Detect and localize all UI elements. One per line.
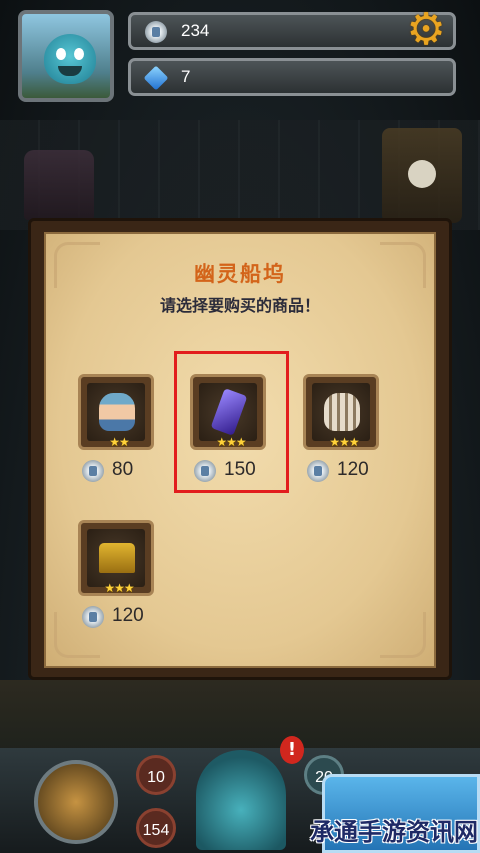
avatar-face — [44, 34, 96, 84]
silver-count: 234 — [181, 21, 210, 40]
price-value: 120 — [112, 605, 144, 626]
gem-currency-bar: 7 — [128, 58, 456, 96]
alert-badge: ! — [280, 736, 304, 764]
silver-coin-icon — [82, 460, 104, 482]
player-avatar[interactable] — [18, 10, 114, 102]
price-value: 120 — [337, 459, 369, 480]
gold-chest-icon — [99, 543, 135, 573]
item-stars: ★★★ — [329, 435, 359, 449]
price-value: 80 — [112, 459, 134, 480]
skull-icon — [408, 160, 436, 188]
item-price: 120 — [82, 604, 192, 630]
bone-pile-icon — [324, 393, 360, 431]
gem-count: 7 — [181, 67, 191, 86]
shop-item-sailor[interactable]: ★★ 80 — [78, 374, 158, 482]
selection-highlight — [174, 351, 289, 493]
shop-item-bones[interactable]: ★★★ 120 — [303, 374, 383, 482]
item-frame: ★★★ — [78, 520, 154, 596]
shop-title: 幽灵船坞 — [194, 262, 286, 286]
sailor-hero-icon — [99, 393, 135, 431]
silver-coin-icon — [82, 606, 104, 628]
blue-gem-icon — [143, 65, 169, 91]
stat-bubble[interactable]: 10 — [136, 755, 176, 795]
shop-subtitle: 请选择要购买的商品！ — [159, 296, 320, 315]
item-stars: ★★★ — [104, 581, 134, 595]
left-hut — [24, 150, 94, 220]
item-price: 120 — [307, 458, 417, 484]
shop-item-chest[interactable]: ★★★ 120 — [78, 520, 158, 628]
compass-map-button[interactable] — [34, 760, 118, 844]
stat-bubble[interactable]: 154 — [136, 808, 176, 848]
item-frame: ★★ — [78, 374, 154, 450]
watermark: 承通手游资讯网 — [310, 818, 478, 846]
silver-coin-icon — [307, 460, 329, 482]
gear-icon[interactable]: ⚙ — [404, 8, 448, 52]
silver-coin-icon — [145, 21, 167, 43]
corner-ornament — [380, 612, 426, 658]
item-stars: ★★ — [109, 435, 130, 449]
item-frame: ★★★ — [303, 374, 379, 450]
